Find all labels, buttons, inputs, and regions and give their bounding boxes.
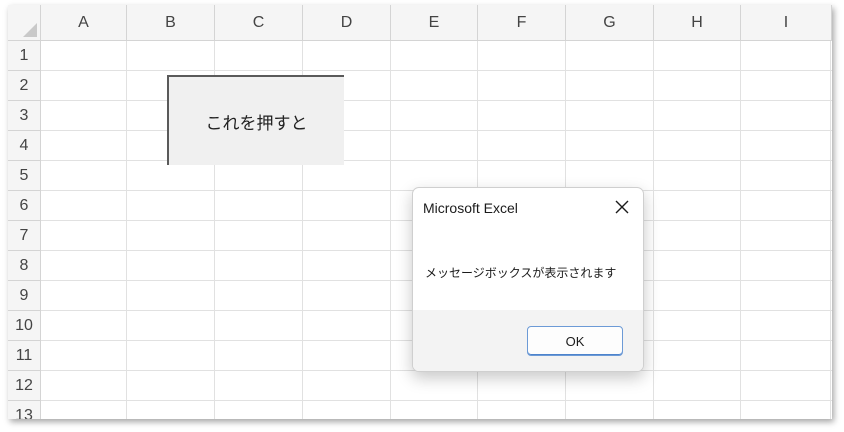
row-header-8[interactable]: 8 [8, 251, 41, 281]
dialog-title: Microsoft Excel [423, 200, 518, 216]
column-header-g[interactable]: G [566, 5, 654, 41]
message-box-dialog: Microsoft Excel メッセージボックスが表示されます OK [412, 187, 644, 372]
gridline [41, 400, 832, 401]
column-header-h[interactable]: H [654, 5, 741, 41]
row-header-2[interactable]: 2 [8, 71, 41, 101]
macro-button-label: これを押すと [205, 113, 308, 134]
row-header-6[interactable]: 6 [8, 191, 41, 221]
row-header-5[interactable]: 5 [8, 161, 41, 191]
ok-button-label: OK [565, 333, 585, 349]
gridline [41, 100, 832, 101]
select-all-corner[interactable] [8, 5, 41, 41]
gridline [41, 70, 832, 71]
row-header-13[interactable]: 13 [8, 401, 41, 419]
row-header-12[interactable]: 12 [8, 371, 41, 401]
column-header-e[interactable]: E [391, 5, 478, 41]
column-header-c[interactable]: C [215, 5, 303, 41]
dialog-message: メッセージボックスが表示されます [425, 266, 617, 280]
dialog-footer: OK [413, 310, 643, 371]
row-header-1[interactable]: 1 [8, 41, 41, 71]
row-header-9[interactable]: 9 [8, 281, 41, 311]
gridline [390, 41, 391, 419]
row-header-7[interactable]: 7 [8, 221, 41, 251]
ok-button[interactable]: OK [527, 326, 623, 356]
gridline [41, 130, 832, 131]
gridline [653, 41, 654, 419]
gridline [126, 41, 127, 419]
column-header-a[interactable]: A [41, 5, 127, 41]
row-header-11[interactable]: 11 [8, 341, 41, 371]
column-header-i[interactable]: I [741, 5, 832, 41]
row-header-10[interactable]: 10 [8, 311, 41, 341]
column-header-b[interactable]: B [127, 5, 215, 41]
row-header-4[interactable]: 4 [8, 131, 41, 161]
macro-button[interactable]: これを押すと [167, 75, 344, 165]
row-header-3[interactable]: 3 [8, 101, 41, 131]
close-icon [615, 200, 629, 214]
gridline [740, 41, 741, 419]
gridline [41, 160, 832, 161]
excel-window: A B C D E F G H I 1 2 3 4 5 6 7 8 9 10 1… [8, 5, 832, 419]
gridline [830, 41, 831, 419]
column-header-d[interactable]: D [303, 5, 391, 41]
column-header-f[interactable]: F [478, 5, 566, 41]
close-button[interactable] [609, 194, 635, 220]
